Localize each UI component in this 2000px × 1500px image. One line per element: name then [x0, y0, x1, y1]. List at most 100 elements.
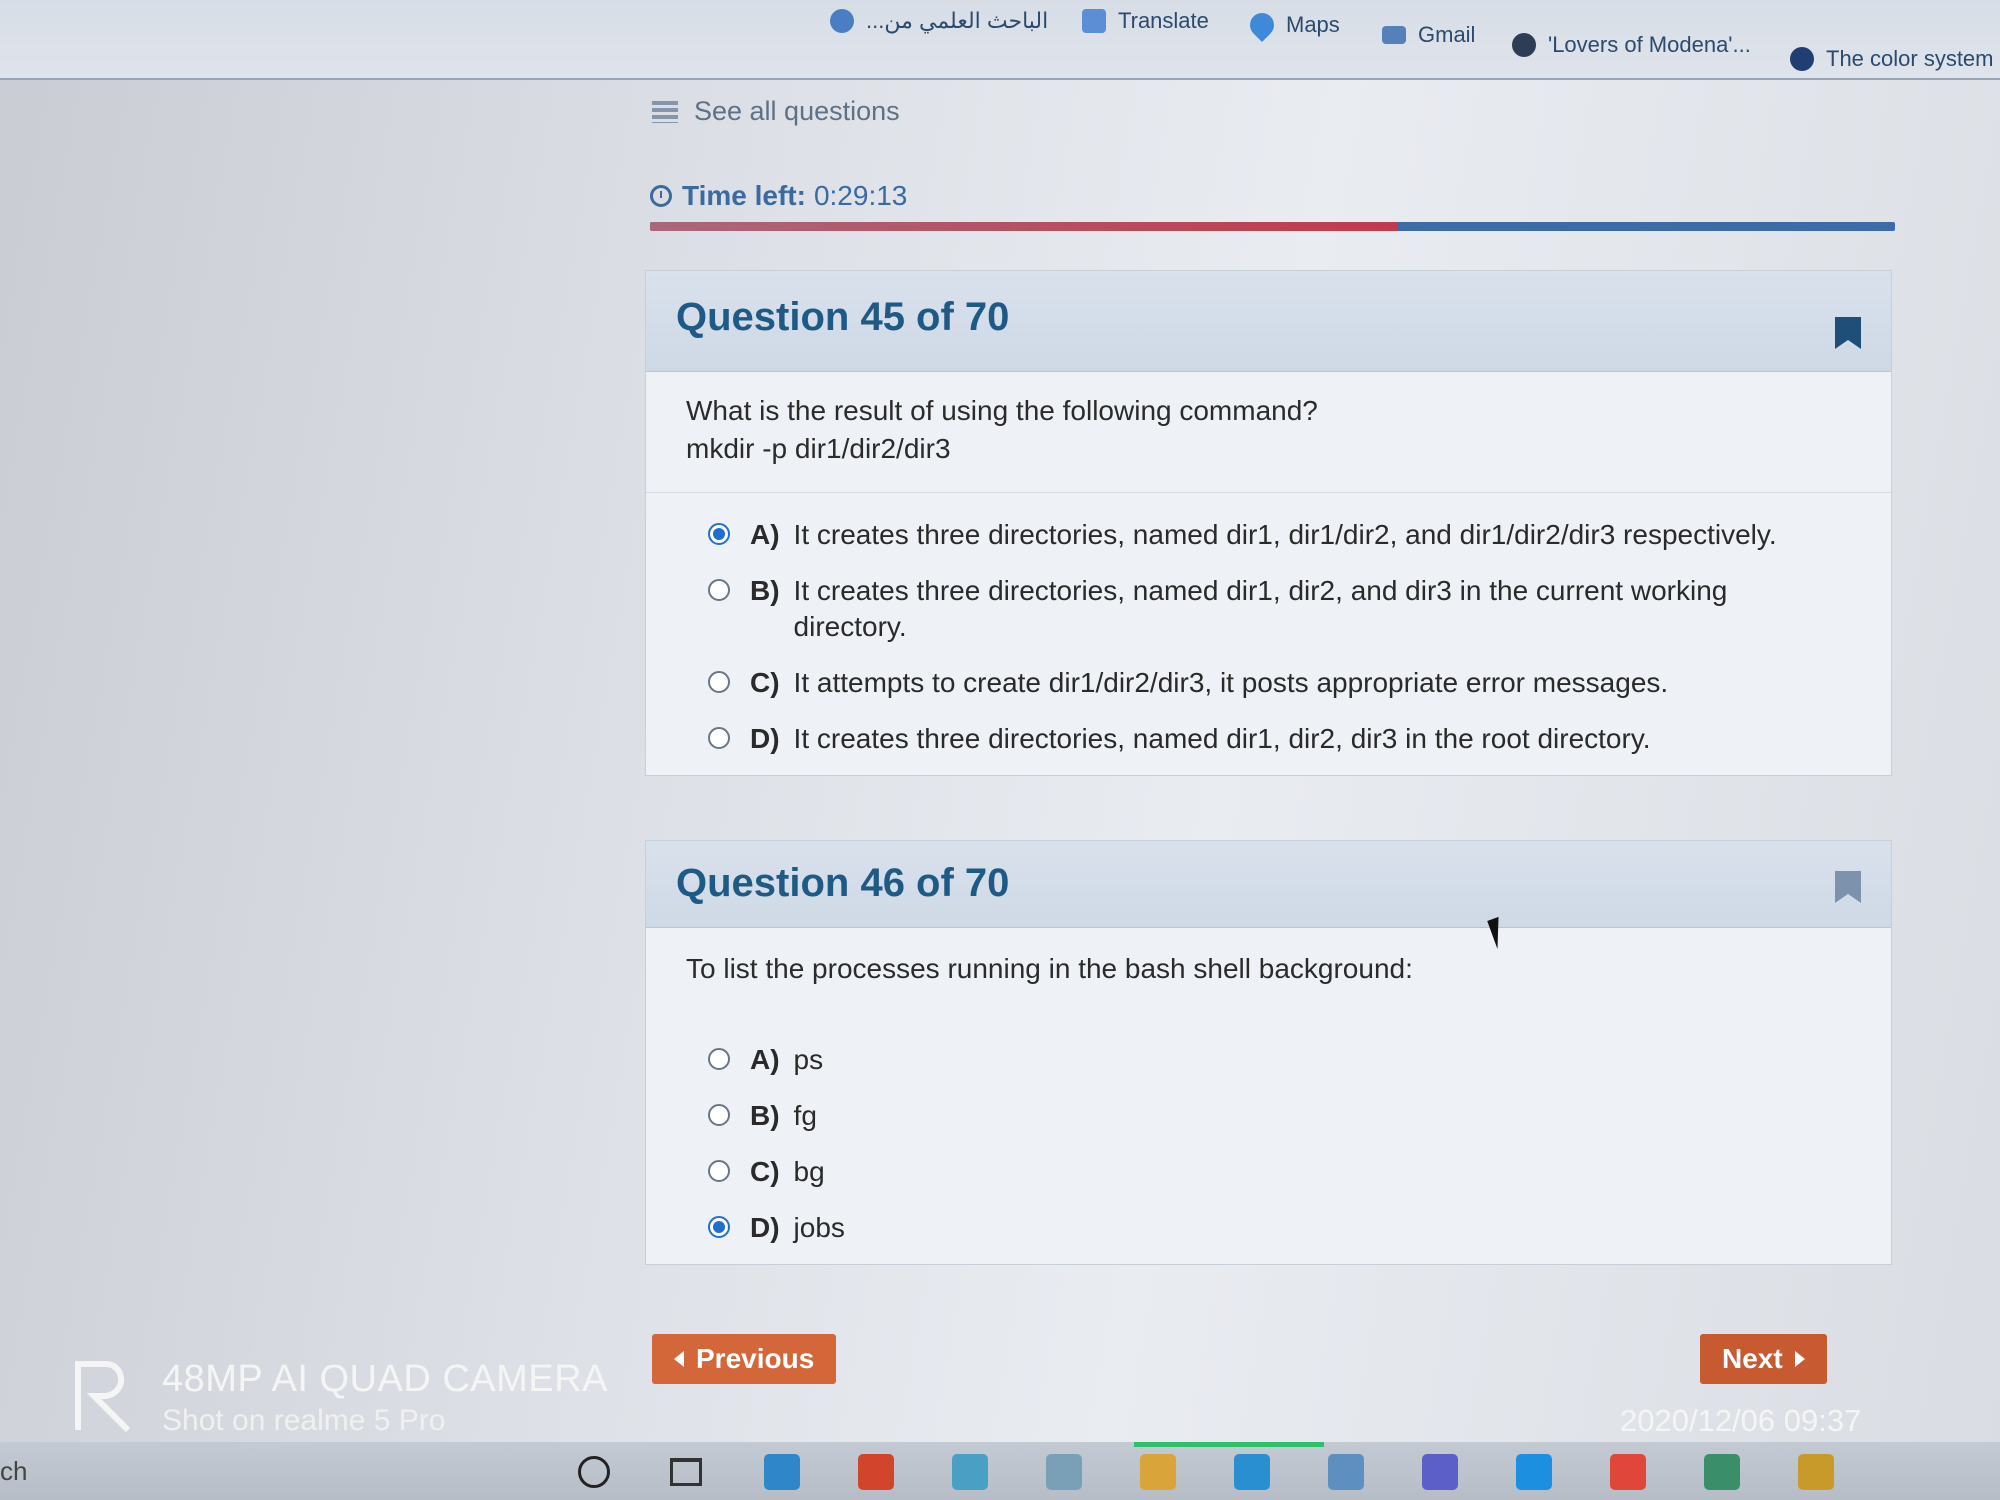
bookmark-translate[interactable]: Translate — [1082, 8, 1209, 34]
option-letter: C) — [750, 667, 780, 698]
radio-button[interactable] — [708, 523, 730, 545]
scholar-icon — [830, 9, 854, 33]
answer-options: A) ps B) fg C) bg D) jobs — [646, 1012, 1891, 1264]
translate-icon — [1082, 9, 1106, 33]
chrome-icon[interactable] — [1610, 1454, 1646, 1490]
answer-option-b[interactable]: B) It creates three directories, named d… — [646, 563, 1891, 655]
teams-icon[interactable] — [1422, 1454, 1458, 1490]
radio-button[interactable] — [708, 727, 730, 749]
visio-icon[interactable] — [1704, 1454, 1740, 1490]
maps-app-icon[interactable] — [1234, 1454, 1270, 1490]
photos-icon[interactable] — [952, 1454, 988, 1490]
see-all-questions-link[interactable]: See all questions — [652, 96, 900, 127]
notes-icon[interactable] — [1328, 1454, 1364, 1490]
option-letter: A) — [750, 519, 780, 550]
cortana-icon[interactable] — [578, 1456, 610, 1488]
question-prompt: What is the result of using the followin… — [646, 372, 1891, 493]
paint-icon[interactable] — [1046, 1454, 1082, 1490]
question-header: Question 46 of 70 — [646, 841, 1891, 928]
radio-button[interactable] — [708, 1216, 730, 1238]
answer-option-a[interactable]: A) It creates three directories, named d… — [646, 507, 1891, 563]
answer-option-a[interactable]: A) ps — [646, 1032, 1891, 1088]
answer-option-d[interactable]: D) jobs — [646, 1200, 1891, 1256]
question-card-45: Question 45 of 70 What is the result of … — [645, 270, 1892, 776]
radio-button[interactable] — [708, 579, 730, 601]
answer-option-b[interactable]: B) fg — [646, 1088, 1891, 1144]
option-letter: A) — [750, 1044, 780, 1075]
radio-button[interactable] — [708, 1104, 730, 1126]
vuetify-icon — [1790, 47, 1814, 71]
question-text: What is the result of using the followin… — [686, 395, 1318, 426]
radio-button[interactable] — [708, 1160, 730, 1182]
answer-option-d[interactable]: D) It creates three directories, named d… — [646, 711, 1891, 767]
option-text: fg — [793, 1100, 817, 1131]
timer: Time left: 0:29:13 — [650, 180, 907, 212]
option-letter: D) — [750, 723, 780, 754]
question-title: Question 45 of 70 — [676, 295, 1010, 339]
option-text: It creates three directories, named dir1… — [793, 723, 1651, 754]
question-card-46: Question 46 of 70 To list the processes … — [645, 840, 1892, 1265]
list-icon — [652, 100, 678, 123]
clock-icon — [650, 185, 672, 207]
option-text: ps — [793, 1044, 824, 1075]
bookmark-label: 'Lovers of Modena'... — [1548, 32, 1751, 57]
bookmark-lovers-of-modena[interactable]: 'Lovers of Modena'... — [1512, 32, 1751, 58]
option-text: jobs — [793, 1212, 845, 1243]
maps-pin-icon — [1245, 8, 1279, 42]
see-all-label: See all questions — [694, 96, 900, 126]
office-icon[interactable] — [858, 1454, 894, 1490]
task-view-icon[interactable] — [670, 1458, 702, 1486]
next-button[interactable]: Next — [1700, 1334, 1827, 1384]
previous-label: Previous — [696, 1343, 815, 1374]
option-text: It creates three directories, named dir1… — [793, 575, 1728, 642]
photo-timestamp: 2020/12/06 09:37 — [1620, 1403, 1862, 1438]
taskbar-search[interactable]: ch — [0, 1456, 27, 1487]
bookmark-gmail[interactable]: Gmail — [1382, 22, 1475, 48]
camera-watermark-subtitle: Shot on realme 5 Pro — [162, 1404, 446, 1437]
bookmark-flag-icon[interactable] — [1835, 871, 1861, 903]
active-app-indicator — [1134, 1442, 1324, 1447]
site-icon — [1512, 33, 1536, 57]
gmail-icon — [1382, 26, 1406, 44]
question-text: To list the processes running in the bas… — [686, 953, 1413, 984]
bookmark-flag-icon[interactable] — [1835, 317, 1861, 349]
bookmark-label: Gmail — [1418, 22, 1476, 47]
option-text: It creates three directories, named dir1… — [793, 519, 1777, 550]
bookmarks-bar: ...الباحث العلمي من Translate Maps Gmail… — [0, 0, 2000, 80]
option-letter: B) — [750, 1100, 780, 1131]
option-letter: C) — [750, 1156, 780, 1187]
store-icon[interactable] — [764, 1454, 800, 1490]
realme-logo-icon — [75, 1361, 131, 1432]
bookmark-scholar[interactable]: ...الباحث العلمي من — [830, 8, 1048, 34]
bookmark-label: Translate — [1118, 8, 1209, 33]
time-progress-fill — [650, 222, 1397, 231]
time-label: Time left: — [682, 180, 806, 211]
next-label: Next — [1722, 1343, 1783, 1374]
time-progress-bar — [650, 222, 1895, 231]
camera-watermark-title: 48MP AI QUAD CAMERA — [162, 1358, 608, 1400]
option-text: bg — [793, 1156, 825, 1187]
bookmark-color-system[interactable]: The color system — [1790, 46, 1994, 72]
answer-options: A) It creates three directories, named d… — [646, 493, 1891, 775]
bookmark-label: ...الباحث العلمي من — [866, 8, 1049, 33]
question-header: Question 45 of 70 — [646, 271, 1891, 372]
answer-option-c[interactable]: C) It attempts to create dir1/dir2/dir3,… — [646, 655, 1891, 711]
bookmark-label: The color system — [1826, 46, 1994, 71]
file-explorer-icon[interactable] — [1140, 1454, 1176, 1490]
taskbar: ch — [0, 1442, 2000, 1500]
option-letter: D) — [750, 1212, 780, 1243]
python-icon[interactable] — [1798, 1454, 1834, 1490]
question-command: mkdir -p dir1/dir2/dir3 — [686, 433, 951, 464]
time-value: 0:29:13 — [813, 180, 908, 211]
caret-right-icon — [1794, 1351, 1805, 1367]
chat-icon[interactable] — [1516, 1454, 1552, 1490]
bookmark-label: Maps — [1286, 12, 1340, 37]
radio-button[interactable] — [708, 1048, 730, 1070]
question-prompt: To list the processes running in the bas… — [646, 928, 1891, 1012]
caret-left-icon — [674, 1351, 684, 1367]
option-text: It attempts to create dir1/dir2/dir3, it… — [793, 667, 1669, 698]
radio-button[interactable] — [708, 671, 730, 693]
bookmark-maps[interactable]: Maps — [1245, 8, 1340, 42]
answer-option-c[interactable]: C) bg — [646, 1144, 1891, 1200]
previous-button[interactable]: Previous — [652, 1334, 837, 1384]
